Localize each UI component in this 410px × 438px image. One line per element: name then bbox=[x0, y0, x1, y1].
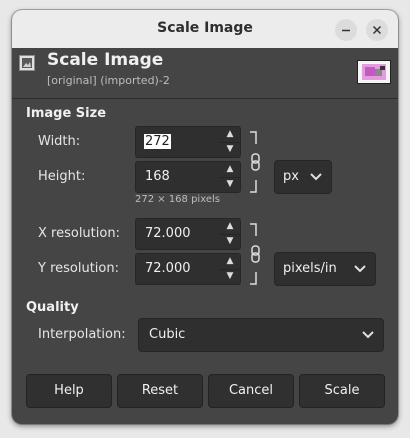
arrow-up-icon: ▲ bbox=[226, 129, 234, 139]
x-resolution-decrement-button[interactable]: ▼ bbox=[220, 234, 240, 249]
help-button[interactable]: Help bbox=[26, 374, 112, 408]
height-increment-button[interactable]: ▲ bbox=[220, 162, 240, 178]
minimize-icon bbox=[342, 29, 350, 32]
chevron-down-icon bbox=[354, 265, 366, 273]
y-resolution-input[interactable]: 72.000 bbox=[145, 261, 191, 276]
interpolation-value: Cubic bbox=[149, 327, 186, 342]
arrow-up-icon: ▲ bbox=[226, 164, 234, 174]
close-button[interactable] bbox=[366, 19, 388, 41]
chevron-down-icon bbox=[362, 331, 374, 339]
reset-button[interactable]: Reset bbox=[117, 374, 203, 408]
close-icon bbox=[372, 25, 382, 35]
image-name: [original] (imported)-2 bbox=[47, 74, 170, 87]
size-chain-link-icon[interactable] bbox=[248, 130, 262, 194]
arrow-down-icon: ▼ bbox=[226, 271, 234, 281]
width-label: Width: bbox=[38, 134, 81, 149]
resolution-unit-value: pixels/in bbox=[283, 261, 337, 276]
interpolation-label: Interpolation: bbox=[38, 327, 126, 342]
height-decrement-button[interactable]: ▼ bbox=[220, 177, 240, 192]
width-input[interactable]: 272 bbox=[144, 134, 171, 149]
x-resolution-label: X resolution: bbox=[38, 226, 120, 241]
x-resolution-increment-button[interactable]: ▲ bbox=[220, 219, 240, 235]
arrow-down-icon: ▼ bbox=[226, 236, 234, 246]
size-unit-select[interactable]: px bbox=[274, 160, 332, 194]
y-resolution-spinbutton[interactable]: 72.000 ▲ ▼ bbox=[135, 253, 241, 285]
x-resolution-input[interactable]: 72.000 bbox=[145, 226, 191, 241]
height-label: Height: bbox=[38, 169, 86, 184]
image-thumbnail bbox=[357, 60, 391, 84]
dialog-title: Scale Image bbox=[47, 50, 164, 70]
resolution-unit-select[interactable]: pixels/in bbox=[274, 252, 376, 286]
resolution-chain-link-icon[interactable] bbox=[248, 222, 262, 286]
scale-button[interactable]: Scale bbox=[299, 374, 385, 408]
width-decrement-button[interactable]: ▼ bbox=[220, 142, 240, 157]
size-unit-value: px bbox=[283, 169, 299, 184]
pixel-dimensions: 272 × 168 pixels bbox=[135, 194, 220, 205]
height-input[interactable]: 168 bbox=[145, 169, 170, 184]
cancel-button[interactable]: Cancel bbox=[208, 374, 294, 408]
image-size-heading: Image Size bbox=[26, 106, 107, 121]
minimize-button[interactable] bbox=[335, 19, 357, 41]
width-spinbutton[interactable]: 272 ▲ ▼ bbox=[135, 126, 241, 158]
height-spinbutton[interactable]: 168 ▲ ▼ bbox=[135, 161, 241, 193]
arrow-down-icon: ▼ bbox=[226, 179, 234, 189]
y-resolution-increment-button[interactable]: ▲ bbox=[220, 254, 240, 270]
interpolation-select[interactable]: Cubic bbox=[138, 318, 384, 352]
scale-image-dialog: Scale Image Scale Image [original] (impo… bbox=[12, 10, 398, 424]
arrow-up-icon: ▲ bbox=[226, 256, 234, 266]
arrow-down-icon: ▼ bbox=[226, 144, 234, 154]
header-divider bbox=[12, 98, 398, 99]
arrow-up-icon: ▲ bbox=[226, 221, 234, 231]
dialog-header: Scale Image [original] (imported)-2 bbox=[12, 48, 398, 98]
x-resolution-spinbutton[interactable]: 72.000 ▲ ▼ bbox=[135, 218, 241, 250]
chevron-down-icon bbox=[310, 173, 322, 181]
scale-image-icon bbox=[19, 55, 35, 71]
quality-heading: Quality bbox=[26, 300, 79, 315]
width-increment-button[interactable]: ▲ bbox=[220, 127, 240, 143]
y-resolution-decrement-button[interactable]: ▼ bbox=[220, 269, 240, 284]
title-bar[interactable]: Scale Image bbox=[12, 10, 398, 49]
y-resolution-label: Y resolution: bbox=[38, 261, 119, 276]
